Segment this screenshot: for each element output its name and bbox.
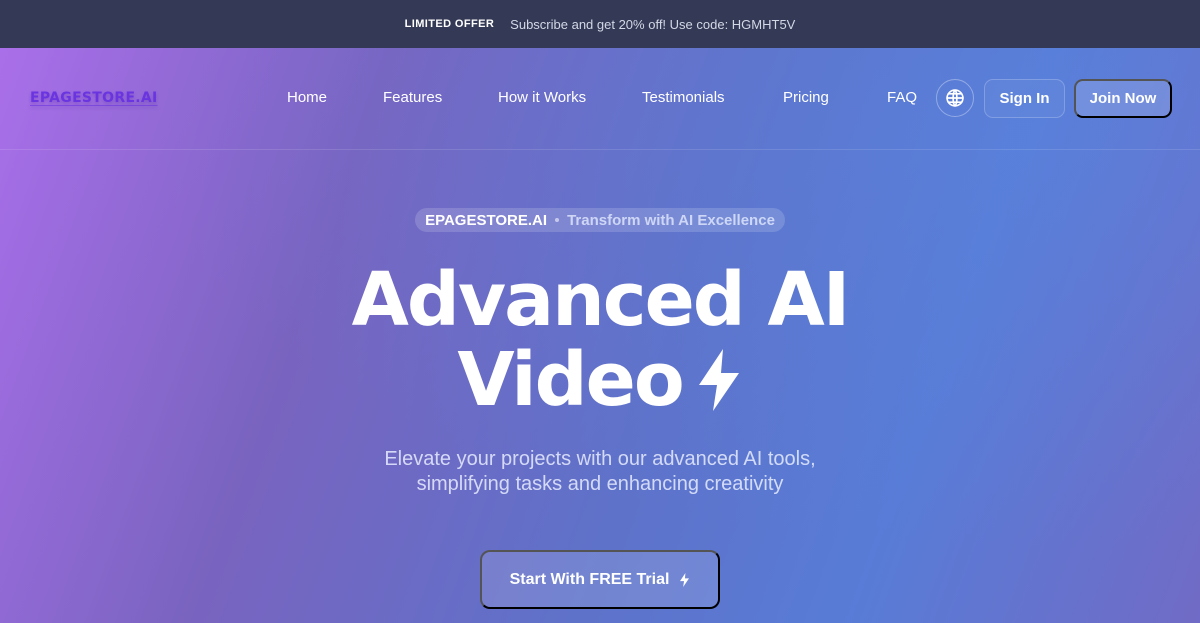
globe-icon (946, 89, 964, 107)
tagline-brand: EPAGESTORE.AI (425, 211, 548, 229)
navbar: EPAGESTORE.AI Home Features How it Works… (0, 48, 1200, 150)
start-free-trial-button[interactable]: Start With FREE Trial (480, 550, 720, 609)
tagline-pill: EPAGESTORE.AI Transform with AI Excellen… (415, 208, 785, 232)
page-title: Advanced AI Video (0, 260, 1200, 426)
nav-link-home[interactable]: Home (287, 89, 327, 106)
promo-text: Subscribe and get 20% off! Use code: HGM… (510, 16, 796, 32)
join-now-button[interactable]: Join Now (1074, 79, 1172, 118)
lightning-bolt-icon (695, 346, 743, 426)
nav-link-pricing[interactable]: Pricing (783, 89, 829, 106)
logo-link[interactable]: EPAGESTORE.AI (30, 90, 158, 106)
sign-in-button[interactable]: Sign In (984, 79, 1065, 118)
nav-link-testimonials[interactable]: Testimonials (642, 89, 725, 106)
hero-section: EPAGESTORE.AI Home Features How it Works… (0, 48, 1200, 623)
nav-link-features[interactable]: Features (383, 89, 442, 106)
nav-link-how-it-works[interactable]: How it Works (498, 89, 586, 106)
hero-subtitle: Elevate your projects with our advanced … (384, 448, 816, 495)
cta-label: Start With FREE Trial (509, 570, 670, 588)
tagline-text: Transform with AI Excellence (567, 211, 775, 229)
promo-banner: LIMITED OFFER Subscribe and get 20% off!… (0, 0, 1200, 48)
headline-line-2: Video (457, 337, 684, 423)
lightning-bolt-icon (680, 572, 690, 587)
separator-dot (555, 218, 560, 222)
nav-link-faq[interactable]: FAQ (887, 89, 917, 106)
promo-badge: LIMITED OFFER (404, 18, 495, 30)
language-button[interactable] (936, 79, 974, 117)
headline-line-1: Advanced AI (351, 257, 851, 343)
